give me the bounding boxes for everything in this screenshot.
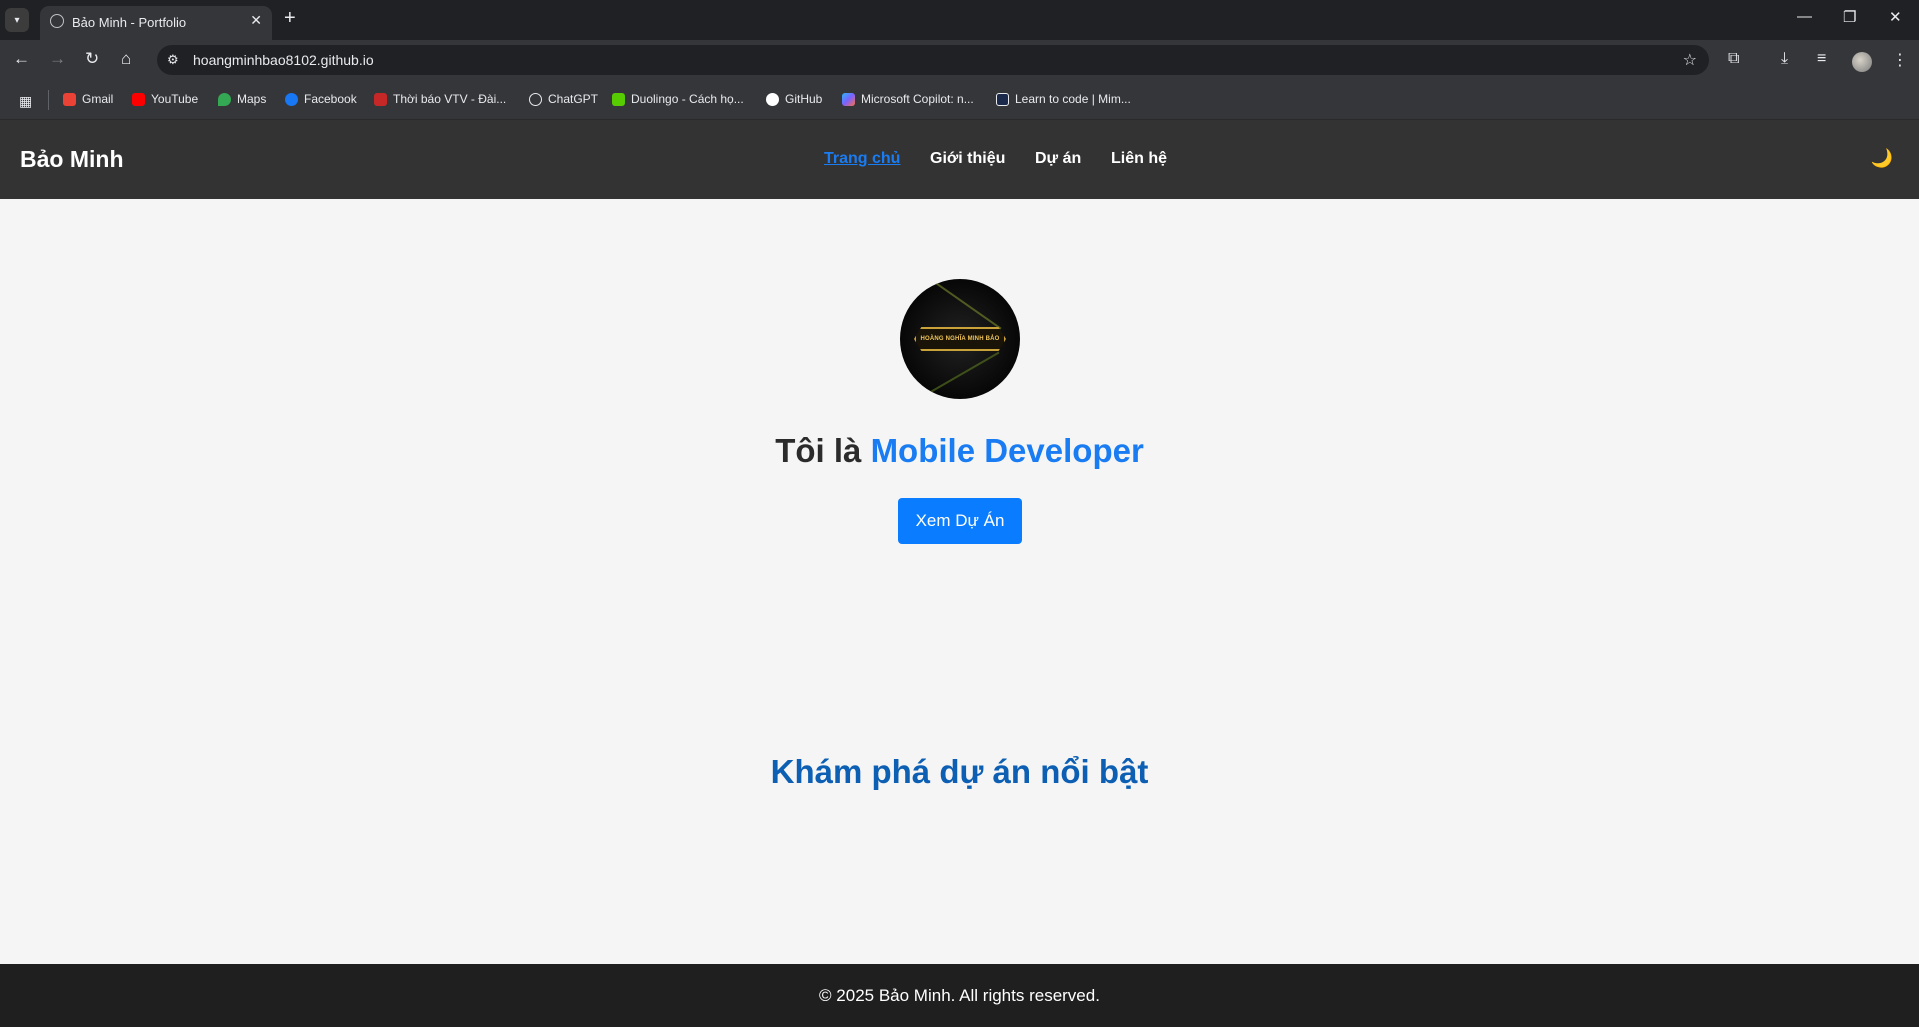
bookmark-chatgpt[interactable]: ChatGPT — [529, 92, 598, 106]
back-button[interactable]: ← — [13, 49, 30, 69]
close-window-button[interactable]: ✕ — [1889, 8, 1902, 26]
media-control-icon[interactable]: ≡ — [1817, 50, 1826, 68]
hero-title: Tôi là Mobile Developer — [0, 432, 1919, 470]
apps-grid-icon[interactable]: ▦ — [19, 93, 32, 110]
bookmarks-bar: ▦ Gmail YouTube Maps Facebook Thời báo V… — [0, 80, 1919, 120]
nav-contact[interactable]: Liên hệ — [1111, 150, 1167, 168]
maps-icon — [218, 92, 231, 106]
mimo-icon — [996, 92, 1009, 106]
tab-search-button[interactable]: ▾ — [5, 8, 29, 32]
view-projects-button[interactable]: Xem Dự Án — [898, 498, 1022, 544]
bookmarks-divider — [48, 90, 49, 110]
globe-icon — [50, 14, 64, 28]
copilot-icon — [842, 92, 855, 106]
bookmark-facebook[interactable]: Facebook — [285, 92, 357, 106]
bookmark-youtube[interactable]: YouTube — [132, 92, 198, 106]
hero-role: Mobile Developer — [870, 432, 1144, 469]
avatar: HOÀNG NGHĨA MINH BẢO — [900, 279, 1020, 399]
bookmark-maps[interactable]: Maps — [218, 92, 266, 106]
tab-title: Bảo Minh - Portfolio — [72, 15, 187, 30]
new-tab-button[interactable]: + — [284, 7, 296, 30]
footer-copyright: © 2025 Bảo Minh. All rights reserved. — [819, 986, 1100, 1005]
site-header: Bảo Minh Trang chủ Giới thiệu Dự án Liên… — [0, 120, 1919, 199]
minimize-button[interactable]: — — [1797, 8, 1812, 25]
bookmark-mimo[interactable]: Learn to code | Mim... — [996, 92, 1131, 106]
chatgpt-icon — [529, 92, 542, 106]
bookmark-copilot[interactable]: Microsoft Copilot: n... — [842, 92, 974, 106]
site-info-icon[interactable]: ⚙ — [167, 52, 179, 68]
gmail-icon — [63, 92, 76, 106]
bookmark-gmail[interactable]: Gmail — [63, 92, 113, 106]
close-tab-icon[interactable]: ✕ — [250, 12, 262, 29]
browser-tab[interactable]: Bảo Minh - Portfolio ✕ — [40, 6, 272, 40]
youtube-icon — [132, 92, 145, 106]
browser-tab-bar: ▾ Bảo Minh - Portfolio ✕ + — ❐ ✕ — [0, 0, 1919, 40]
vtv-icon — [374, 92, 387, 106]
browser-toolbar: ← → ↻ ⌂ ⚙ hoangminhbao8102.github.io ☆ ⧉… — [0, 40, 1919, 80]
nav-home[interactable]: Trang chủ — [824, 150, 900, 168]
nav-projects[interactable]: Dự án — [1035, 150, 1081, 168]
forward-button[interactable]: → — [49, 49, 66, 69]
extensions-icon[interactable]: ⧉ — [1728, 50, 1739, 68]
url-text[interactable]: hoangminhbao8102.github.io — [193, 52, 374, 68]
reload-button[interactable]: ↻ — [85, 49, 99, 69]
duolingo-icon — [612, 92, 625, 106]
bookmark-duolingo[interactable]: Duolingo - Cách họ... — [612, 92, 744, 106]
bookmark-vtv[interactable]: Thời báo VTV - Đài... — [374, 92, 506, 106]
restore-button[interactable]: ❐ — [1843, 8, 1856, 26]
bookmark-star-icon[interactable]: ☆ — [1683, 50, 1697, 70]
site-footer: © 2025 Bảo Minh. All rights reserved. — [0, 964, 1919, 1027]
bookmark-github[interactable]: GitHub — [766, 92, 822, 106]
home-button[interactable]: ⌂ — [121, 49, 131, 69]
menu-icon[interactable]: ⋮ — [1892, 50, 1908, 70]
profile-avatar[interactable] — [1852, 52, 1872, 72]
site-logo[interactable]: Bảo Minh — [20, 146, 124, 173]
hero-prefix: Tôi là — [775, 432, 862, 469]
nav-about[interactable]: Giới thiệu — [930, 150, 1005, 168]
moon-icon[interactable]: 🌙 — [1871, 148, 1893, 169]
address-bar[interactable]: ⚙ hoangminhbao8102.github.io ☆ — [157, 45, 1709, 75]
github-icon — [766, 92, 779, 106]
downloads-icon[interactable]: ⤓ — [1781, 50, 1788, 68]
avatar-badge: HOÀNG NGHĨA MINH BẢO — [914, 327, 1006, 351]
projects-section-title: Khám phá dự án nổi bật — [770, 753, 1149, 790]
facebook-icon — [285, 92, 298, 106]
